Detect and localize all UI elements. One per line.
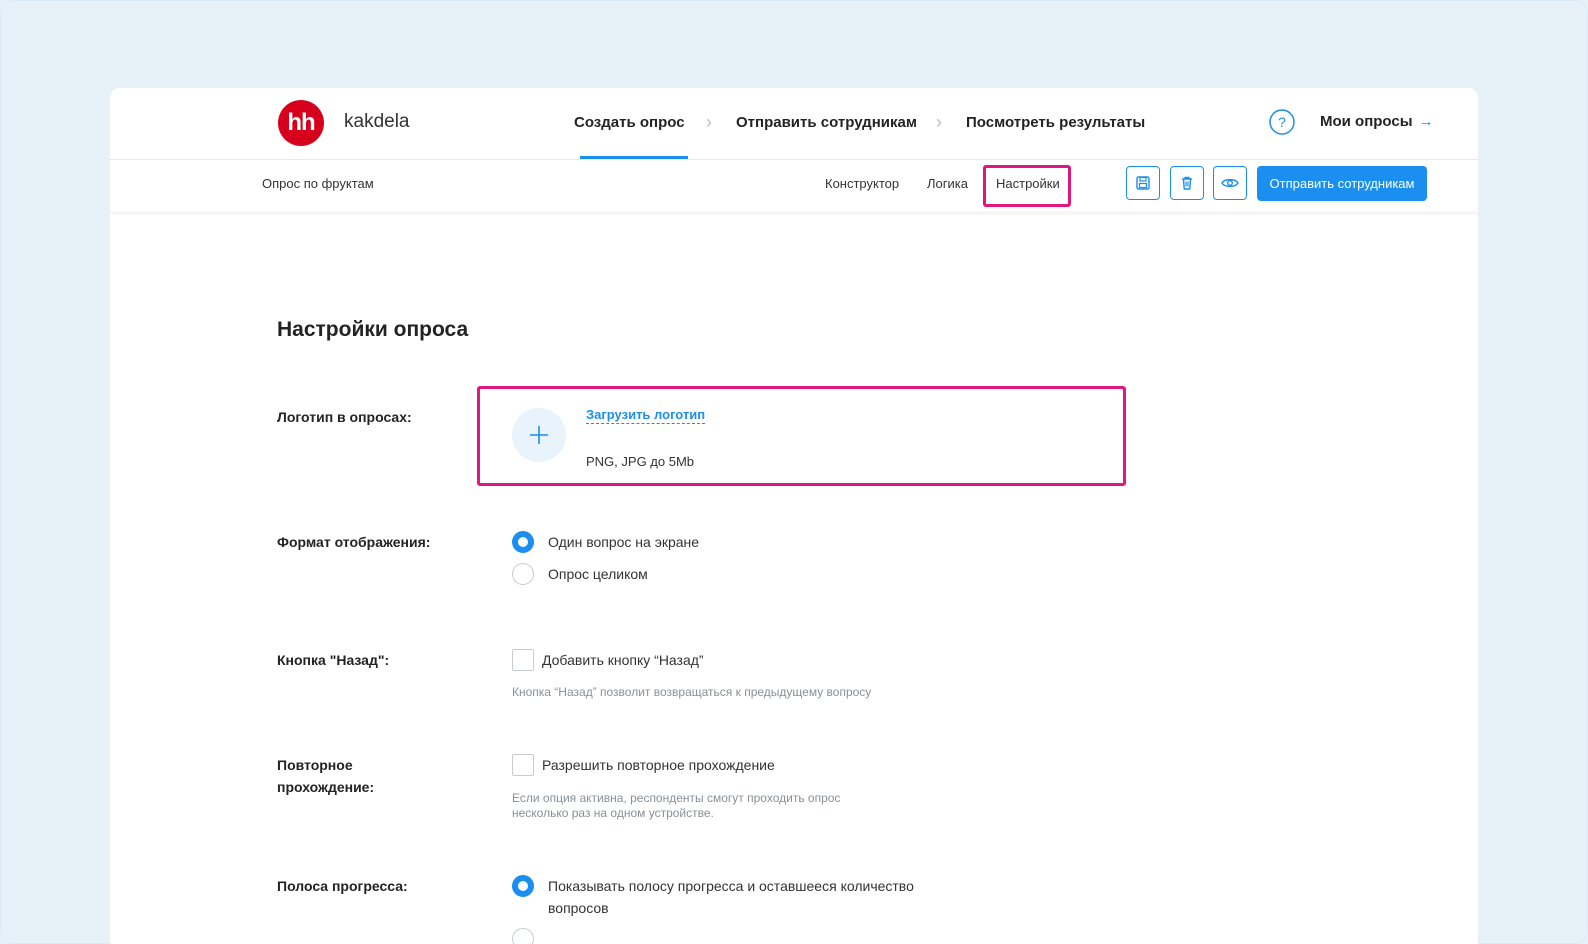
tab-constructor[interactable]: Конструктор [825, 176, 899, 191]
back-button-checkbox-label: Добавить кнопку “Назад” [542, 652, 704, 668]
arrow-right-icon: → [1418, 113, 1434, 130]
tab-logic[interactable]: Логика [927, 176, 968, 191]
plus-icon [530, 426, 548, 444]
upload-format-hint: PNG, JPG до 5Mb [586, 454, 695, 469]
page-title: Настройки опроса [277, 318, 469, 341]
logo-upload-highlight [477, 386, 1126, 486]
radio-show-progress[interactable] [512, 875, 534, 897]
radio-show-progress-label-line1: Показывать полосу прогресса и оставшееся… [548, 878, 914, 894]
back-button-hint: Кнопка “Назад” позволит возвращаться к п… [512, 685, 872, 699]
my-surveys-link[interactable]: Мои опросы → [1320, 113, 1434, 130]
survey-name: Опрос по фруктам [262, 176, 374, 191]
save-button[interactable] [1126, 166, 1160, 200]
repeat-hint-line1: Если опция активна, респонденты смогут п… [512, 791, 841, 805]
help-icon[interactable]: ? [1269, 109, 1295, 135]
trash-icon [1182, 176, 1192, 190]
radio-one-question-label: Один вопрос на экране [548, 534, 700, 550]
radio-next-option[interactable] [512, 928, 534, 944]
step-send-to-employees[interactable]: Отправить сотрудникам [736, 114, 917, 131]
brand-name: kakdela [344, 111, 410, 132]
chevron-right-icon: › [936, 112, 942, 132]
app-window: hh kakdela Создать опрос › Отправить сот… [110, 88, 1478, 944]
repeat-checkbox-label: Разрешить повторное прохождение [542, 757, 775, 773]
logo-label: Логотип в опросах: [277, 409, 412, 425]
radio-whole-survey-label: Опрос целиком [548, 566, 648, 582]
repeat-checkbox[interactable] [512, 754, 534, 776]
repeat-hint-line2: несколько раз на одном устройстве. [512, 806, 714, 820]
step-view-results[interactable]: Посмотреть результаты [966, 114, 1145, 131]
radio-one-question[interactable] [512, 531, 534, 553]
send-to-employees-button[interactable]: Отправить сотрудникам [1257, 166, 1427, 201]
repeat-label-line1: Повторное [277, 757, 353, 773]
chevron-right-icon: › [706, 112, 712, 132]
upload-logo-button[interactable] [512, 408, 566, 462]
back-button-label: Кнопка "Назад": [277, 652, 390, 668]
my-surveys-label: Мои опросы [1320, 113, 1413, 130]
hh-logo[interactable]: hh [278, 100, 324, 146]
eye-icon [1221, 178, 1239, 188]
radio-show-progress-label-line2: вопросов [548, 900, 609, 916]
save-icon [1136, 176, 1150, 190]
delete-button[interactable] [1170, 166, 1204, 200]
active-step-indicator [580, 156, 688, 159]
progress-bar-label: Полоса прогресса: [277, 878, 408, 894]
survey-toolbar: Опрос по фруктам Конструктор Логика Наст… [110, 160, 1478, 215]
repeat-label-line2: прохождение: [277, 779, 375, 795]
upload-logo-link[interactable]: Загрузить логотип [586, 407, 706, 424]
radio-whole-survey[interactable] [512, 563, 534, 585]
back-button-checkbox[interactable] [512, 649, 534, 671]
display-format-label: Формат отображения: [277, 534, 431, 550]
help-icon-glyph: ? [1278, 114, 1286, 130]
top-navigation: hh kakdela Создать опрос › Отправить сот… [110, 88, 1478, 160]
step-create-survey[interactable]: Создать опрос [574, 114, 685, 131]
tab-settings[interactable]: Настройки [996, 176, 1060, 191]
preview-button[interactable] [1213, 166, 1247, 200]
